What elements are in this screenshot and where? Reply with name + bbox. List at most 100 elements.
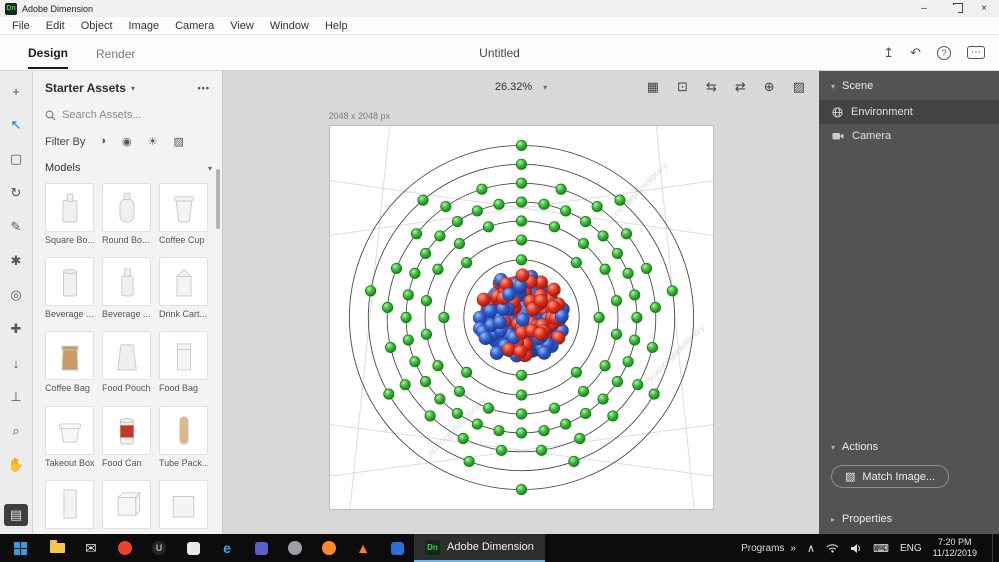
model-label: Square Bo...: [45, 235, 94, 245]
actions-title: Actions: [842, 441, 879, 453]
chevron-down-icon[interactable]: ▾: [208, 164, 212, 173]
model-item-13[interactable]: [45, 479, 94, 534]
marquee-select-tool[interactable]: ▢: [6, 149, 26, 169]
content-panel-toggle[interactable]: ▤: [4, 504, 28, 526]
properties-title: Properties: [842, 513, 893, 525]
taskbar-icon-mail[interactable]: ✉: [74, 534, 108, 562]
properties-section-header[interactable]: ▸ Properties: [819, 504, 999, 534]
model-food-pouch[interactable]: Food Pouch: [102, 331, 151, 395]
filter-models-icon[interactable]: ◉: [122, 135, 132, 148]
restore-button[interactable]: [939, 0, 969, 17]
scene-panel: ▾ Scene Environment Camera ▾ Actions ▨ M…: [819, 71, 999, 534]
horizon-tool[interactable]: ⊥: [6, 387, 26, 407]
search-icon: [45, 110, 56, 120]
close-button[interactable]: ×: [969, 0, 999, 17]
menu-window[interactable]: Window: [262, 20, 317, 32]
share-icon[interactable]: ↥: [883, 45, 894, 61]
touch-keyboard-icon[interactable]: ⌨: [873, 542, 889, 555]
model-label: Tube Pack...: [159, 457, 208, 468]
models-section-title[interactable]: Models: [45, 162, 80, 174]
document-canvas[interactable]: sciencephotolibrary sciencephotolibrary sc…: [328, 125, 714, 510]
menu-object[interactable]: Object: [73, 20, 121, 32]
menu-camera[interactable]: Camera: [167, 20, 222, 32]
search-assets-input[interactable]: [62, 109, 182, 121]
add-and-import-tool[interactable]: +: [6, 81, 26, 101]
model-item-15[interactable]: [159, 479, 208, 534]
model-beverage[interactable]: Beverage ...: [45, 257, 94, 321]
taskbar-icon-gray-app[interactable]: [278, 534, 312, 562]
clock[interactable]: 7:20 PM 11/12/2019: [933, 537, 981, 560]
sampler-tool[interactable]: ◎: [6, 285, 26, 305]
menu-view[interactable]: View: [222, 20, 262, 32]
model-square-bo[interactable]: Square Bo...: [45, 183, 94, 247]
taskbar-icon-edge-browser[interactable]: e: [210, 534, 244, 562]
language-indicator[interactable]: ENG: [900, 543, 922, 554]
magic-wand-tool[interactable]: ✱: [6, 251, 26, 271]
taskbar-icon-calendar[interactable]: [176, 534, 210, 562]
match-image-button[interactable]: ▨ Match Image...: [831, 465, 950, 488]
panel-menu-icon[interactable]: •••: [198, 83, 210, 93]
tray-chevron-icon[interactable]: ∧: [807, 542, 815, 555]
pan-tool[interactable]: ✋: [6, 455, 26, 475]
window-title: Adobe Dimension: [22, 3, 94, 14]
model-food-can[interactable]: Food Can: [102, 405, 151, 470]
taskbar-icon-file-explorer[interactable]: [40, 534, 74, 562]
menu-edit[interactable]: Edit: [38, 20, 73, 32]
model-round-bo[interactable]: Round Bo...: [102, 183, 151, 247]
camera-redo-icon[interactable]: ⇄: [735, 79, 746, 95]
render-preview-icon[interactable]: ▨: [793, 79, 805, 95]
scene-item-label: Environment: [851, 106, 913, 118]
model-coffee-cup[interactable]: Coffee Cup: [159, 183, 208, 247]
actions-section-header[interactable]: ▾ Actions: [819, 432, 999, 461]
dimension-app-icon: Dn: [425, 539, 440, 555]
menu-file[interactable]: File: [4, 20, 38, 32]
taskbar-icon-firefox[interactable]: [312, 534, 346, 562]
taskbar-icon-u-app[interactable]: U: [142, 534, 176, 562]
orbit-tool[interactable]: ↻: [6, 183, 26, 203]
view-grid-icon[interactable]: ▦: [647, 79, 659, 95]
network-icon[interactable]: [826, 543, 839, 553]
filter-materials-icon[interactable]: ◑: [99, 135, 106, 148]
tab-render[interactable]: Render: [96, 38, 135, 68]
drop-to-ground-tool[interactable]: ↓: [6, 353, 26, 373]
filter-lights-icon[interactable]: ☀: [148, 135, 158, 148]
model-food-bag[interactable]: Food Bag: [159, 331, 208, 395]
camera-bookmark-icon[interactable]: ⊡: [677, 79, 688, 95]
move-tool[interactable]: ✚: [6, 319, 26, 339]
scene-section-header[interactable]: ▾ Scene: [819, 71, 999, 100]
minimize-button[interactable]: –: [909, 0, 939, 17]
feedback-icon[interactable]: ⋯: [967, 46, 985, 59]
taskbar-icon-vlc[interactable]: ▲: [346, 534, 380, 562]
assets-scrollbar[interactable]: [216, 169, 220, 229]
volume-icon[interactable]: [850, 543, 862, 554]
scene-item-camera[interactable]: Camera: [819, 124, 999, 148]
menu-image[interactable]: Image: [121, 20, 168, 32]
select-tool[interactable]: ↖: [6, 115, 26, 135]
model-tube-pack[interactable]: Tube Pack...: [159, 405, 208, 470]
model-label: Beverage ...: [102, 309, 151, 320]
model-takeout-box[interactable]: Takeout Box: [45, 405, 94, 470]
taskbar-active-app[interactable]: Dn Adobe Dimension: [414, 534, 545, 562]
programs-toolbar[interactable]: Programs »: [741, 543, 796, 554]
zoom-control[interactable]: 26.32% ▾: [495, 81, 547, 93]
camera-undo-icon[interactable]: ⇆: [706, 79, 717, 95]
model-beverage[interactable]: Beverage ...: [102, 257, 151, 321]
taskbar-icon-red-app[interactable]: [108, 534, 142, 562]
zoom-tool[interactable]: ⌕: [6, 421, 26, 441]
help-icon[interactable]: ?: [937, 45, 951, 60]
show-desktop-button[interactable]: [992, 534, 997, 562]
menu-help[interactable]: Help: [317, 20, 356, 32]
pen-tool[interactable]: ✎: [6, 217, 26, 237]
start-button[interactable]: [0, 534, 40, 562]
add-camera-icon[interactable]: ⊕: [764, 79, 775, 95]
taskbar-icon-blue-app[interactable]: [380, 534, 414, 562]
undo-icon[interactable]: ↶: [910, 45, 921, 61]
taskbar-icon-purple-app[interactable]: [244, 534, 278, 562]
filter-images-icon[interactable]: ▨: [173, 135, 183, 148]
model-item-14[interactable]: [102, 479, 151, 534]
model-coffee-bag[interactable]: Coffee Bag: [45, 331, 94, 395]
scene-item-environment[interactable]: Environment: [819, 100, 999, 124]
tab-design[interactable]: Design: [28, 37, 69, 69]
model-drink-cart[interactable]: Drink Cart...: [159, 257, 208, 321]
assets-panel-title[interactable]: Starter Assets: [45, 81, 126, 95]
